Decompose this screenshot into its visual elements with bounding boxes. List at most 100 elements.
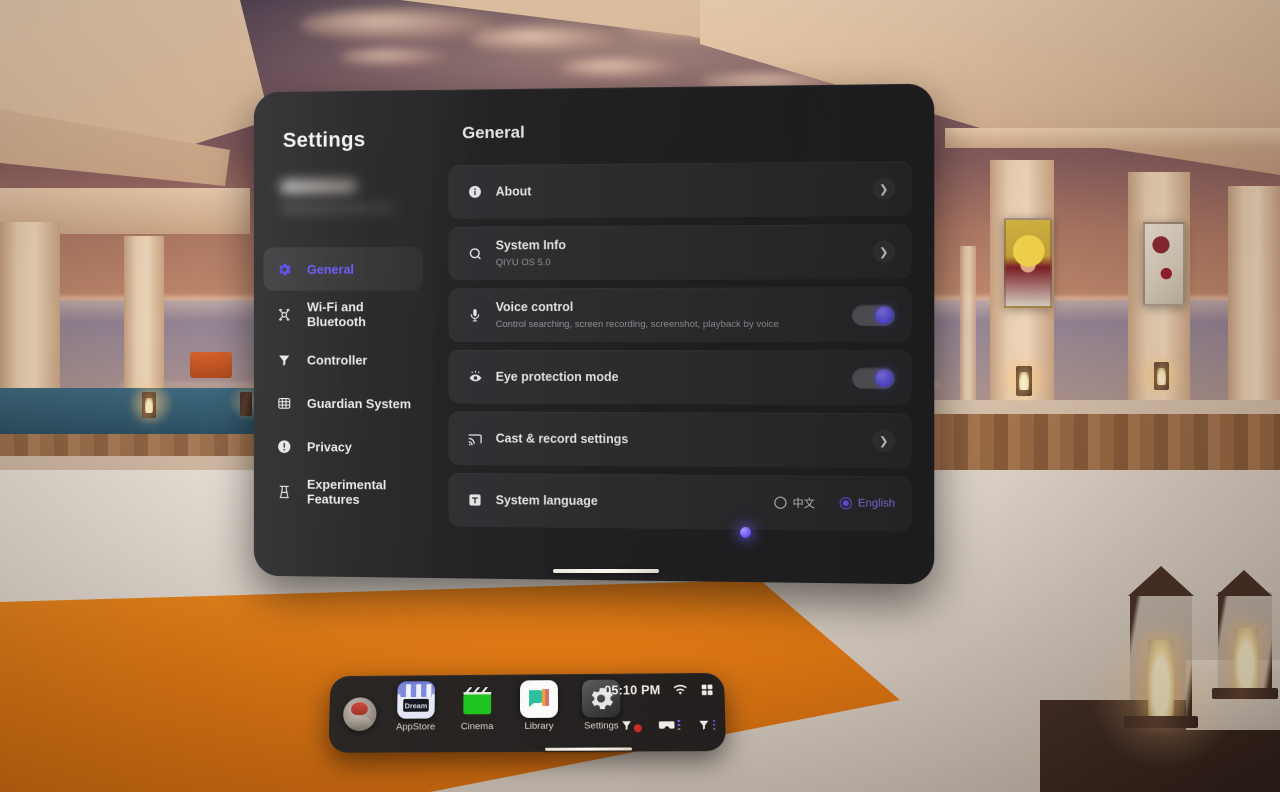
gear-icon [273, 261, 294, 278]
wifi-icon[interactable] [672, 683, 688, 698]
row-title: Eye protection mode [496, 369, 852, 385]
eye-protection-toggle[interactable] [852, 367, 895, 388]
dock-app-cinema[interactable]: Cinema [451, 681, 503, 733]
library-icon [520, 680, 558, 718]
sidebar-item-controller[interactable]: Controller [264, 338, 423, 382]
toggle-knob [876, 306, 893, 323]
avatar-body [347, 717, 373, 730]
sidebar-item-general[interactable]: General [264, 247, 423, 291]
headset-icon[interactable] [658, 719, 680, 732]
system-language-options: 中文 English [774, 495, 895, 512]
apps-grid-icon[interactable] [700, 683, 715, 697]
chevron-right-icon[interactable]: ❯ [872, 429, 895, 451]
microphone-icon [462, 307, 488, 323]
controller-left-icon[interactable] [619, 718, 641, 732]
lantern [240, 392, 252, 416]
dock-app-label: Library [524, 721, 553, 732]
vr-pointer-cursor [740, 527, 751, 538]
panel-drag-handle[interactable] [553, 569, 659, 573]
sidebar-item-guardian-system[interactable]: Guardian System [264, 381, 423, 425]
row-cast-and-record-settings[interactable]: Cast & record settings ❯ [448, 411, 911, 468]
radio-selected-icon [840, 497, 852, 509]
controller-battery-low-indicator [634, 724, 642, 732]
settings-window[interactable]: Settings General Wi-Fi and Bluetooth Con… [254, 84, 934, 585]
settings-title: Settings [254, 128, 433, 154]
controller-right-icon[interactable] [696, 718, 715, 732]
row-title: About [496, 181, 873, 199]
account-info-redacted[interactable] [281, 179, 405, 225]
language-label: English [858, 497, 895, 510]
bluetooth-wifi-icon [273, 306, 294, 323]
svg-text:Dream: Dream [405, 701, 428, 710]
lantern-candle [145, 398, 153, 413]
status-row-bottom [591, 710, 715, 741]
appstore-icon: Dream [397, 681, 435, 719]
sidebar-item-label: Experimental Features [307, 477, 413, 508]
cloud [470, 26, 620, 52]
painting-pop-art-portrait [1004, 218, 1052, 308]
cast-icon [462, 430, 488, 447]
dock-app-library[interactable]: Library [513, 680, 565, 732]
dock-app-label: Cinema [461, 721, 494, 732]
dock-app-appstore[interactable]: Dream AppStore [390, 681, 442, 733]
system-info-icon [462, 245, 488, 262]
eye-icon [462, 368, 488, 385]
row-about[interactable]: About ❯ [448, 161, 911, 219]
sidebar-item-label: General [307, 261, 354, 276]
settings-sidebar: Settings General Wi-Fi and Bluetooth Con… [254, 90, 433, 578]
toggle-knob [876, 369, 893, 386]
cinema-clapperboard-icon [458, 681, 496, 719]
row-title: System Info [496, 236, 873, 253]
account-name-blurred [281, 180, 357, 193]
flask-icon [273, 483, 294, 500]
controller-battery-indicator [712, 720, 715, 731]
taskbar-status-area: 05:10 PM [591, 678, 716, 745]
language-option-chinese[interactable]: 中文 [774, 495, 815, 512]
sofa [190, 352, 232, 378]
voice-control-toggle[interactable] [852, 304, 895, 325]
lantern-candle [1234, 628, 1258, 690]
taskbar-drag-handle[interactable] [545, 747, 632, 750]
sidebar-item-experimental-features[interactable]: Experimental Features [264, 468, 423, 517]
row-eye-protection-mode[interactable]: Eye protection mode [448, 350, 911, 405]
guardian-grid-icon [273, 394, 294, 411]
info-icon [462, 184, 488, 200]
sidebar-item-privacy[interactable]: Privacy [264, 424, 423, 468]
account-id-blurred [281, 203, 396, 213]
chevron-right-icon[interactable]: ❯ [872, 178, 895, 201]
row-title: Voice control [496, 299, 852, 315]
lantern-candle [1019, 372, 1029, 390]
column-thin [960, 246, 976, 416]
chevron-right-icon[interactable]: ❯ [872, 241, 895, 263]
vr-taskbar[interactable]: Dream AppStore Cinema Library Settings 0… [328, 673, 726, 753]
cloud [340, 48, 450, 66]
sidebar-item-wifi-and-bluetooth[interactable]: Wi-Fi and Bluetooth [264, 290, 423, 338]
cloud [560, 58, 680, 78]
lantern-base [1212, 688, 1278, 699]
language-label: 中文 [793, 495, 815, 511]
sidebar-item-label: Guardian System [307, 396, 411, 411]
ceiling-beam [945, 128, 1280, 148]
settings-rows-list: About ❯ System Info QIYU OS 5.0 ❯ Voice … [448, 161, 911, 531]
settings-nav-list: General Wi-Fi and Bluetooth Controller G… [254, 247, 433, 517]
page-title: General [462, 118, 911, 143]
row-system-info[interactable]: System Info QIYU OS 5.0 ❯ [448, 224, 911, 280]
language-text-icon [462, 492, 488, 508]
lantern-base [1124, 716, 1198, 728]
privacy-exclamation-icon [273, 438, 294, 455]
row-subtitle: Control searching, screen recording, scr… [496, 318, 852, 330]
sidebar-item-label: Wi-Fi and Bluetooth [307, 299, 413, 329]
language-option-english[interactable]: English [840, 497, 896, 510]
settings-content-pane: General About ❯ System Info QIYU OS 5.0 … [433, 84, 935, 585]
lantern-candle [1148, 640, 1174, 716]
headset-battery-indicator [677, 720, 680, 731]
row-system-language[interactable]: System language 中文 English [448, 473, 911, 531]
controller-icon [273, 351, 294, 368]
clock: 05:10 PM [604, 683, 660, 697]
avatar-face [351, 702, 368, 715]
row-voice-control[interactable]: Voice control Control searching, screen … [448, 287, 911, 342]
row-title: System language [496, 493, 775, 510]
sidebar-item-label: Privacy [307, 439, 352, 454]
avatar[interactable] [343, 697, 377, 731]
lantern-candle [1157, 368, 1166, 385]
